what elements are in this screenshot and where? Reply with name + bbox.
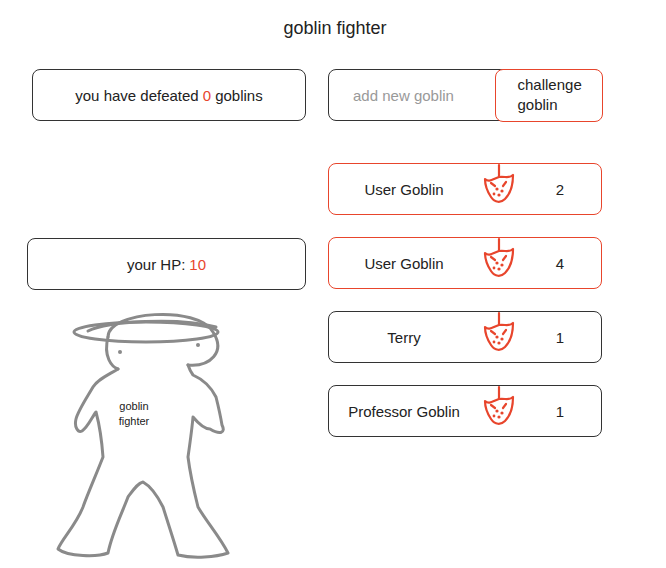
- goblin-icon: [479, 161, 519, 205]
- goblin-count: 1: [519, 403, 601, 420]
- columns: you have defeated0goblins your HP:10 gobli…: [0, 69, 666, 559]
- goblin-icon: [479, 235, 519, 279]
- goblin-fighter-icon: [48, 307, 248, 559]
- goblin-name: Professor Goblin: [329, 403, 479, 420]
- goblin-count: 1: [519, 329, 601, 346]
- page-title: goblin fighter: [0, 16, 666, 40]
- right-column: challenge goblin User Goblin 2 User Goblin 4…: [328, 69, 602, 559]
- goblin-count: 2: [519, 181, 601, 198]
- goblin-row[interactable]: User Goblin 2: [328, 163, 602, 215]
- goblin-fighter: goblin fighter: [48, 307, 248, 559]
- hp-card: your HP:10: [27, 238, 306, 290]
- goblin-name: User Goblin: [329, 255, 479, 272]
- goblin-name-input[interactable]: [329, 70, 495, 120]
- goblin-row[interactable]: Professor Goblin 1: [328, 385, 602, 437]
- add-goblin-form: challenge goblin: [328, 69, 602, 121]
- goblin-row[interactable]: User Goblin 4: [328, 237, 602, 289]
- goblin-icon: [479, 309, 519, 353]
- goblin-name: Terry: [329, 329, 479, 346]
- goblin-icon: [479, 383, 519, 427]
- defeated-card: you have defeated0goblins: [32, 69, 306, 121]
- goblin-row[interactable]: Terry 1: [328, 311, 602, 363]
- goblin-name: User Goblin: [329, 181, 479, 198]
- goblin-fighter-page: goblin fighter you have defeated0goblins y…: [0, 0, 666, 568]
- fighter-label: goblin fighter: [106, 399, 162, 429]
- defeated-count: 0: [203, 87, 211, 104]
- goblin-count: 4: [519, 255, 601, 272]
- challenge-button[interactable]: challenge goblin: [495, 69, 603, 122]
- hp-value: 10: [189, 256, 206, 273]
- left-column: you have defeated0goblinsyour HP:10gobli…: [32, 69, 306, 559]
- goblin-list: User Goblin2User Goblin4Terry1Professor …: [328, 163, 602, 437]
